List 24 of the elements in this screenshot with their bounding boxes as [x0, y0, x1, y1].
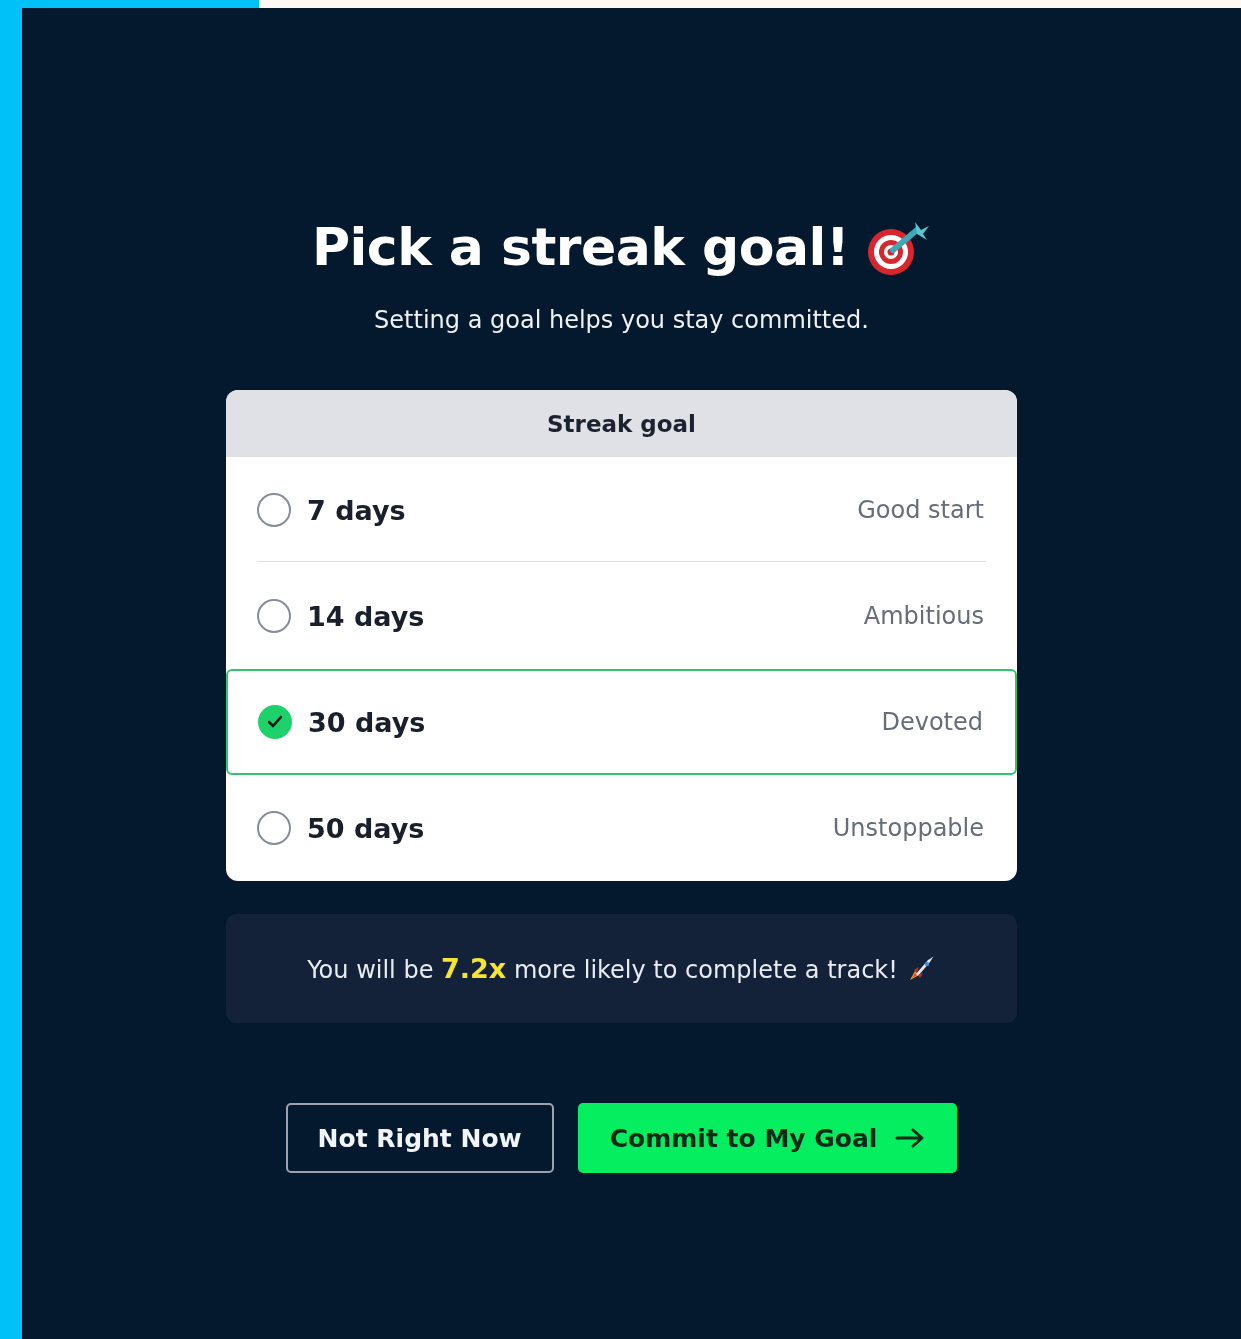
goal-option[interactable]: 30 days Devoted — [226, 669, 1017, 775]
option-tag: Good start — [857, 496, 984, 524]
subtitle: Setting a goal helps you stay committed. — [374, 306, 869, 334]
radio-button[interactable] — [257, 811, 291, 845]
goal-option[interactable]: 7 days Good start — [226, 457, 1017, 563]
option-tag: Unstoppable — [832, 814, 984, 842]
title: Pick a streak goal! — [311, 217, 850, 277]
option-label: 50 days — [307, 812, 426, 844]
arrow-icon — [895, 1127, 926, 1149]
goal-option[interactable]: 50 days Unstoppable — [226, 775, 1017, 881]
commit-button[interactable]: Commit to My Goal — [577, 1103, 958, 1173]
info-text: You will be 7.2x more likely to complete a track! — [307, 953, 898, 984]
dismiss-button[interactable]: Not Right Now — [285, 1103, 554, 1173]
radio-button[interactable] — [257, 599, 291, 633]
option-label: 14 days — [307, 600, 426, 632]
option-label: 7 days — [307, 494, 407, 526]
option-tag: Devoted — [881, 708, 983, 736]
radio-button[interactable] — [258, 705, 292, 739]
check-icon — [267, 715, 283, 729]
option-tag: Ambitious — [863, 602, 984, 630]
option-label: 30 days — [308, 706, 427, 738]
goal-option[interactable]: 14 days Ambitious — [226, 563, 1017, 669]
radio-button[interactable] — [257, 493, 291, 527]
card-title: Streak goal — [547, 410, 696, 437]
